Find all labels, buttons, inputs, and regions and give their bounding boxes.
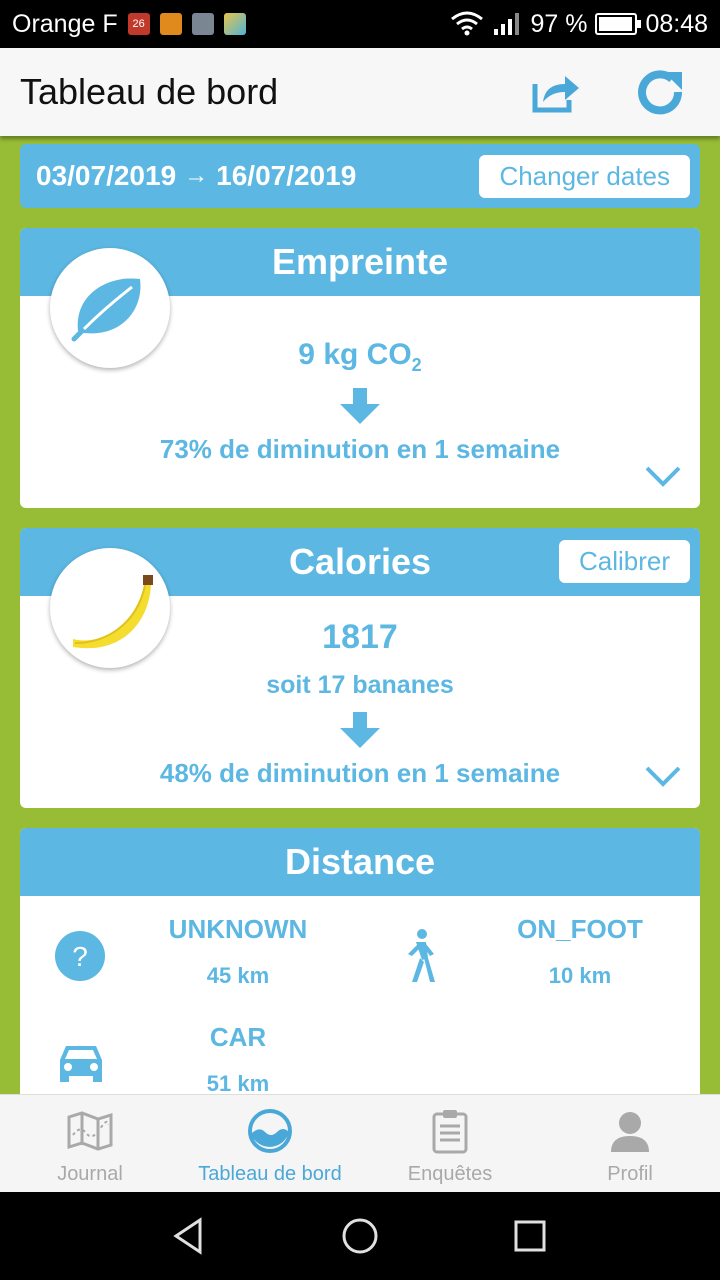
battery-fill bbox=[599, 17, 633, 31]
wifi-icon bbox=[451, 11, 484, 36]
refresh-button[interactable] bbox=[634, 64, 690, 120]
tab-label: Journal bbox=[57, 1163, 123, 1185]
gallery-icon bbox=[191, 13, 214, 35]
calories-title: Calories bbox=[288, 541, 432, 582]
status-right: 97 % 08:48 bbox=[450, 10, 708, 39]
calories-equivalent: soit 17 bananes bbox=[266, 671, 454, 699]
back-triangle-icon bbox=[173, 1217, 202, 1255]
map-icon bbox=[67, 1111, 113, 1151]
clock: 08:48 bbox=[645, 9, 708, 38]
tab-label: Enquêtes bbox=[407, 1163, 493, 1185]
banana-icon bbox=[73, 575, 153, 649]
distance-mode-value: 45 km bbox=[206, 963, 270, 988]
share-button[interactable] bbox=[528, 64, 584, 120]
lock-app-icon bbox=[159, 13, 182, 35]
calendar-icon: 26 bbox=[127, 13, 150, 35]
puzzle-app-icon bbox=[223, 13, 246, 35]
distance-title: Distance bbox=[284, 841, 436, 882]
distance-mode-car: CAR 51 km bbox=[148, 1022, 328, 1094]
calendar-day: 26 bbox=[132, 18, 145, 30]
empreinte-card: Empreinte 9 kg CO2 73% de diminution en … bbox=[20, 228, 700, 508]
system-nav-bar bbox=[0, 1192, 720, 1280]
recents-button[interactable] bbox=[500, 1206, 560, 1266]
back-button[interactable] bbox=[160, 1206, 220, 1266]
battery-percent: 97 % bbox=[530, 9, 588, 38]
distance-header: Distance bbox=[20, 828, 700, 896]
bottom-tab-bar: Journal Tableau de bord Enquêtes Profil bbox=[0, 1094, 720, 1192]
calories-card: Calories Calibrer 1817 soit 17 bananes 4… bbox=[20, 528, 700, 808]
signal-icon bbox=[494, 13, 520, 35]
carrier-label: Orange F bbox=[12, 9, 118, 38]
tab-dashboard[interactable]: Tableau de bord bbox=[180, 1095, 360, 1192]
walking-icon bbox=[408, 929, 435, 982]
empreinte-title: Empreinte bbox=[271, 241, 449, 282]
tab-surveys[interactable]: Enquêtes bbox=[360, 1095, 540, 1192]
date-range-bar: 03/07/2019 → 16/07/2019 Changer dates bbox=[20, 144, 700, 208]
distance-mode-value: 10 km bbox=[548, 963, 612, 988]
dashboard-content[interactable]: 03/07/2019 → 16/07/2019 Changer dates Em… bbox=[0, 136, 720, 1094]
tab-label: Tableau de bord bbox=[198, 1163, 342, 1185]
empreinte-badge bbox=[50, 248, 170, 368]
empreinte-value-text: 9 kg CO bbox=[298, 338, 412, 371]
share-icon bbox=[532, 76, 579, 113]
dashboard-icon bbox=[248, 1109, 292, 1153]
status-left: Orange F 26 bbox=[12, 10, 246, 39]
distance-mode-value: 51 km bbox=[206, 1071, 270, 1094]
page-title: Tableau de bord bbox=[20, 71, 279, 112]
question-icon: ? bbox=[55, 931, 105, 981]
tab-profile[interactable]: Profil bbox=[540, 1095, 720, 1192]
calibrate-button[interactable]: Calibrer bbox=[558, 540, 690, 583]
app-bar-actions bbox=[528, 64, 700, 120]
tab-journal[interactable]: Journal bbox=[0, 1095, 180, 1192]
home-button[interactable] bbox=[330, 1206, 390, 1266]
tab-label: Profil bbox=[607, 1163, 653, 1185]
calories-badge bbox=[50, 548, 170, 668]
calories-expand-chevron-icon[interactable] bbox=[644, 764, 682, 788]
change-dates-button[interactable]: Changer dates bbox=[479, 154, 690, 198]
car-icon bbox=[60, 1046, 102, 1082]
date-arrow: → bbox=[184, 162, 209, 189]
empreinte-down-arrow-icon bbox=[20, 388, 700, 424]
distance-mode-name: ON_FOOT bbox=[517, 914, 643, 944]
leaf-icon bbox=[71, 278, 141, 342]
home-circle-icon bbox=[342, 1218, 378, 1254]
empreinte-change-text: 73% de diminution en 1 semaine bbox=[159, 434, 561, 464]
distance-mode-name: CAR bbox=[209, 1022, 267, 1052]
empreinte-value-sub: 2 bbox=[411, 355, 422, 375]
distance-mode-on-foot: ON_FOOT 10 km bbox=[490, 914, 670, 989]
svg-text:?: ? bbox=[72, 941, 88, 972]
app-bar: Tableau de bord bbox=[0, 48, 720, 136]
distance-mode-unknown: UNKNOWN 45 km bbox=[148, 914, 328, 989]
status-bar: Orange F 26 97 % 08:48 bbox=[0, 0, 720, 48]
user-icon bbox=[611, 1112, 649, 1152]
recents-square-icon bbox=[514, 1220, 546, 1252]
refresh-icon bbox=[638, 70, 683, 115]
clipboard-icon bbox=[432, 1110, 468, 1154]
date-start: 03/07/2019 bbox=[36, 160, 177, 191]
calories-change-text: 48% de diminution en 1 semaine bbox=[159, 758, 561, 788]
battery-icon bbox=[595, 13, 642, 35]
calories-down-arrow-icon bbox=[20, 712, 700, 748]
date-end: 16/07/2019 bbox=[216, 160, 357, 191]
empreinte-expand-chevron-icon[interactable] bbox=[644, 464, 682, 488]
distance-mode-name: UNKNOWN bbox=[168, 914, 308, 944]
distance-card: Distance ? UNKNOWN 45 km ON_FOOT 10 km C… bbox=[20, 828, 700, 1094]
